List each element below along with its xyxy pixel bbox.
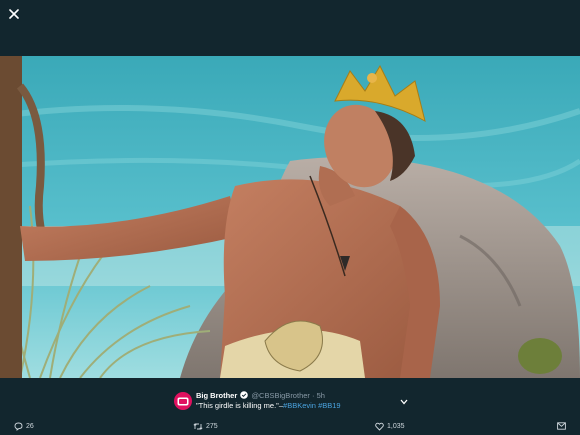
close-button[interactable] <box>5 5 23 23</box>
retweet-button[interactable]: 275 <box>193 422 218 431</box>
retweet-count: 275 <box>206 423 218 430</box>
like-count: 1,035 <box>387 423 405 430</box>
envelope-icon <box>557 422 566 430</box>
heart-icon <box>375 422 384 431</box>
tweet-media-image[interactable] <box>0 56 580 378</box>
close-icon <box>9 9 19 19</box>
author-name[interactable]: Big Brother <box>196 391 237 400</box>
hashtag-link[interactable]: #BBKevin <box>283 401 316 410</box>
author-avatar[interactable] <box>174 392 192 410</box>
tweet-timestamp[interactable]: 5h <box>317 391 325 400</box>
like-button[interactable]: 1,035 <box>375 422 405 431</box>
reply-count: 26 <box>26 423 34 430</box>
author-handle[interactable]: @CBSBigBrother <box>251 391 309 400</box>
retweet-icon <box>193 423 203 430</box>
tweet-header: Big Brother @CBSBigBrother · 5h <box>196 391 325 401</box>
verified-badge-icon <box>240 391 249 401</box>
tweet-menu-button[interactable] <box>400 392 408 410</box>
chevron-down-icon <box>400 399 408 405</box>
direct-message-button[interactable] <box>557 422 566 430</box>
tweet-text: "This girdle is killing me."–#BBKevin #B… <box>196 401 341 410</box>
photo-illustration <box>0 56 580 378</box>
tweet-body: "This girdle is killing me."– <box>196 401 284 410</box>
tv-logo-icon <box>177 397 189 405</box>
reply-icon <box>14 422 23 431</box>
hashtag-link[interactable]: #BB19 <box>318 401 341 410</box>
reply-button[interactable]: 26 <box>14 422 34 431</box>
lightbox-topbar <box>0 0 580 56</box>
tweet-actions: 26 275 1,035 <box>0 422 580 434</box>
separator-dot: · <box>312 391 315 400</box>
